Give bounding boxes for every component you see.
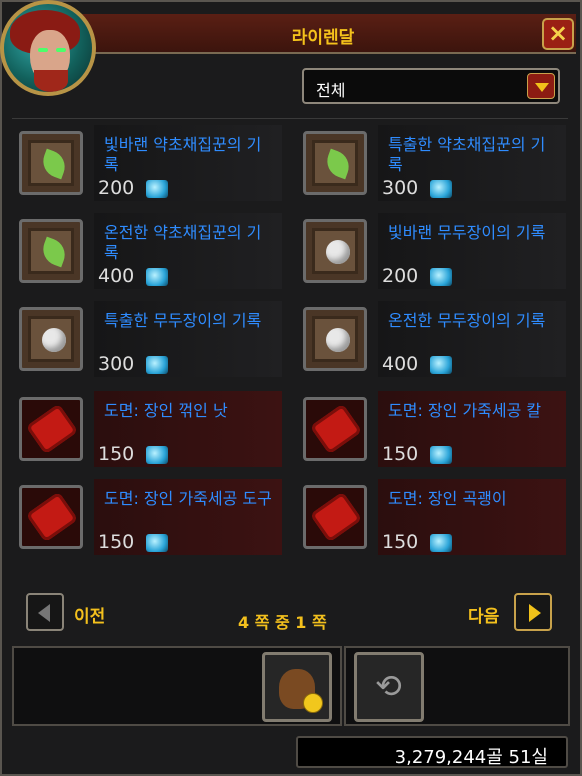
item-name: 온전한 무두장이의 기록	[388, 311, 546, 330]
leather-notes-icon[interactable]	[303, 219, 367, 283]
wool-icon	[42, 328, 66, 352]
item-name: 특출한 약초채집꾼의 기록	[388, 135, 546, 174]
currency-icon	[430, 268, 452, 286]
filter-dropdown[interactable]: 전체	[302, 68, 560, 104]
item-name: 도면: 장인 가죽세공 도구	[104, 489, 272, 508]
buyback-button[interactable]: ⟲	[354, 652, 424, 722]
merchant-item[interactable]: 빛바랜 약초채집꾼의 기록 200	[14, 123, 284, 203]
arrow-left-icon	[38, 604, 50, 622]
merchant-item[interactable]: 특출한 무두장이의 기록 300	[14, 299, 284, 379]
wool-icon	[326, 328, 350, 352]
sell-junk-button[interactable]	[262, 652, 332, 722]
recipe-scroll-icon[interactable]	[303, 485, 367, 549]
merchant-item[interactable]: 빛바랜 무두장이의 기록 200	[298, 211, 568, 291]
portrait-eye-right	[56, 48, 66, 52]
herb-notes-icon[interactable]	[19, 131, 83, 195]
leather-notes-icon[interactable]	[303, 307, 367, 371]
title-bar: 라이렌달	[70, 14, 576, 54]
merchant-item[interactable]: 도면: 장인 곡괭이 150	[298, 477, 568, 557]
item-price: 150	[382, 531, 419, 553]
undo-icon: ⟲	[375, 667, 402, 705]
prev-page-label[interactable]: 이전	[74, 602, 105, 627]
portrait-eye-left	[38, 48, 48, 52]
item-price: 150	[98, 443, 135, 465]
herb-notes-icon[interactable]	[19, 219, 83, 283]
item-price: 300	[98, 353, 135, 375]
gold-coin-icon	[303, 693, 323, 713]
filter-selected-value: 전체	[316, 81, 346, 100]
leaf-icon	[322, 148, 354, 180]
item-price: 400	[98, 265, 135, 287]
next-page-button[interactable]	[514, 593, 552, 631]
merchant-item[interactable]: 특출한 약초채집꾼의 기록 300	[298, 123, 568, 203]
bottom-left-panel	[12, 646, 342, 726]
close-icon: ×	[547, 19, 569, 47]
currency-icon	[146, 356, 168, 374]
leather-notes-icon[interactable]	[19, 307, 83, 371]
item-price: 200	[98, 177, 135, 199]
item-price: 200	[382, 265, 419, 287]
merchant-item[interactable]: 온전한 약초채집꾼의 기록 400	[14, 211, 284, 291]
merchant-item-grid: 빛바랜 약초채집꾼의 기록 200 특출한 약초채집꾼의 기록 300 온전한 …	[12, 118, 568, 639]
item-name: 특출한 무두장이의 기록	[104, 311, 262, 330]
currency-icon	[430, 534, 452, 552]
npc-portrait	[0, 0, 96, 96]
merchant-item[interactable]: 도면: 장인 꺾인 낫 150	[14, 389, 284, 469]
currency-icon	[430, 180, 452, 198]
page-indicator: 4 쪽 중 1 쪽	[238, 613, 327, 632]
item-name: 빛바랜 무두장이의 기록	[388, 223, 546, 242]
merchant-item[interactable]: 도면: 장인 가죽세공 칼 150	[298, 389, 568, 469]
item-price: 150	[382, 443, 419, 465]
chevron-down-icon[interactable]	[527, 73, 555, 99]
recipe-scroll-icon[interactable]	[19, 397, 83, 461]
merchant-item[interactable]: 도면: 장인 가죽세공 도구 150	[14, 477, 284, 557]
bottom-right-panel: ⟲	[344, 646, 570, 726]
currency-icon	[146, 180, 168, 198]
portrait-beard	[34, 70, 68, 92]
item-name: 빛바랜 약초채집꾼의 기록	[104, 135, 262, 174]
item-name: 온전한 약초채집꾼의 기록	[104, 223, 262, 262]
money-display: 3,279,244골 51실	[296, 736, 568, 768]
item-price: 150	[98, 531, 135, 553]
merchant-item[interactable]: 온전한 무두장이의 기록 400	[298, 299, 568, 379]
recipe-scroll-icon[interactable]	[303, 397, 367, 461]
money-amount: 3,279,244골 51실	[394, 747, 548, 768]
currency-icon	[430, 446, 452, 464]
item-name: 도면: 장인 곡괭이	[388, 489, 507, 508]
close-button[interactable]: ×	[542, 18, 574, 50]
arrow-right-icon	[529, 604, 541, 622]
item-price: 400	[382, 353, 419, 375]
item-name: 도면: 장인 꺾인 낫	[104, 401, 228, 420]
currency-icon	[146, 268, 168, 286]
currency-icon	[430, 356, 452, 374]
wool-icon	[326, 240, 350, 264]
herb-notes-icon[interactable]	[303, 131, 367, 195]
leaf-icon	[38, 236, 70, 268]
recipe-scroll-icon[interactable]	[19, 485, 83, 549]
currency-icon	[146, 446, 168, 464]
leaf-icon	[38, 148, 70, 180]
window-title: 라이렌달	[291, 28, 355, 48]
currency-icon	[146, 534, 168, 552]
item-price: 300	[382, 177, 419, 199]
item-name: 도면: 장인 가죽세공 칼	[388, 401, 542, 420]
next-page-label[interactable]: 다음	[468, 602, 499, 627]
prev-page-button[interactable]	[26, 593, 64, 631]
